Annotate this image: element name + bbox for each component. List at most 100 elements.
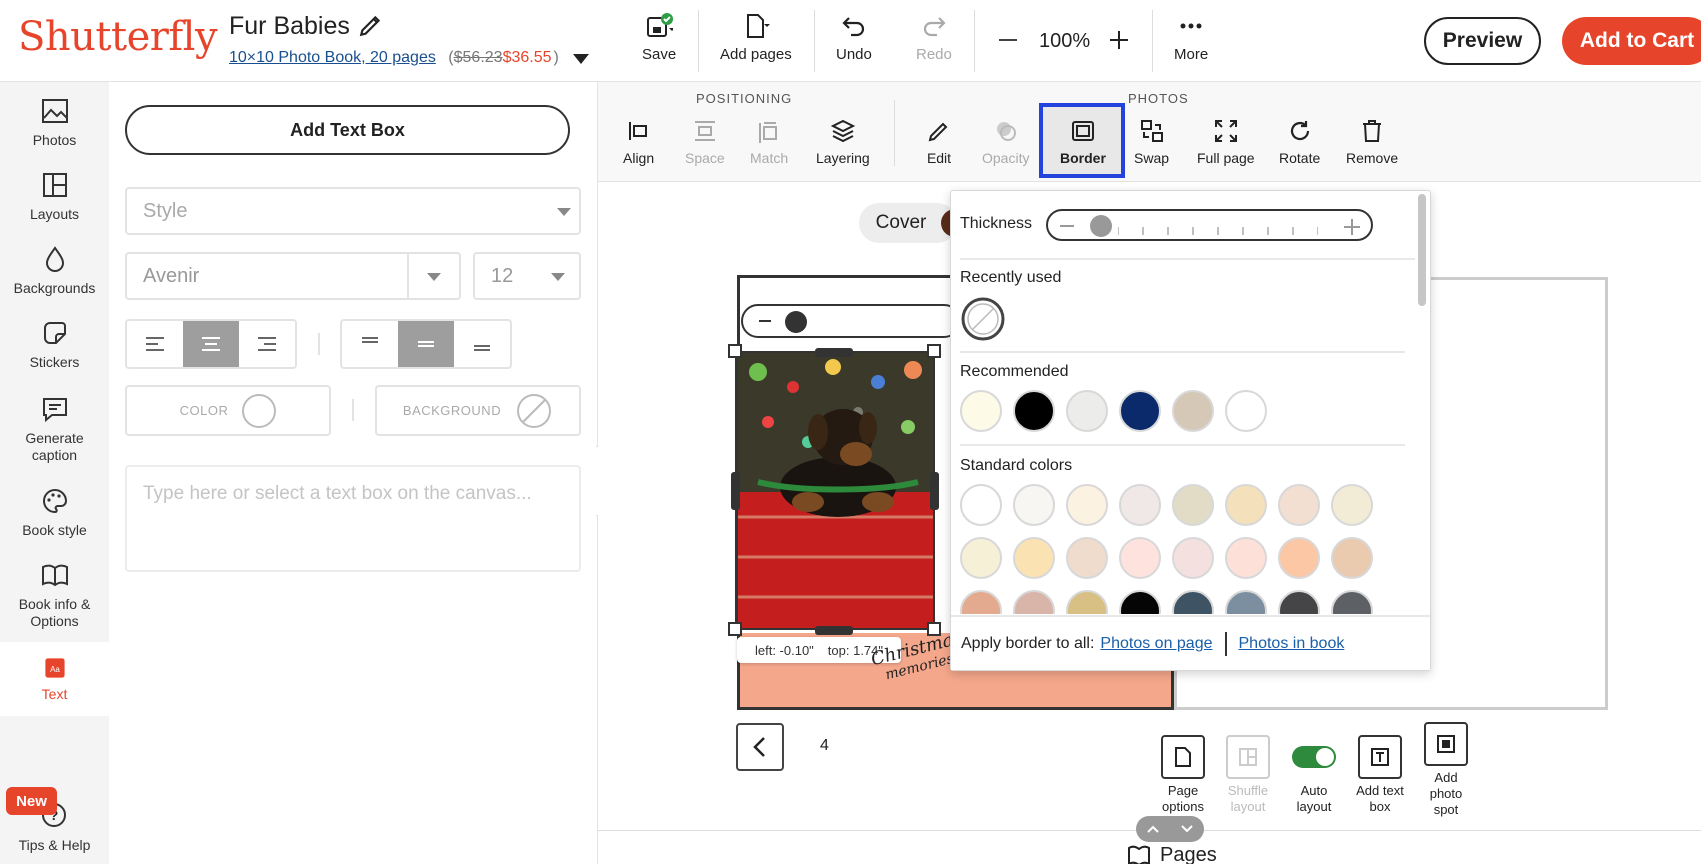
color-swatch[interactable] — [1066, 484, 1108, 526]
color-swatch[interactable] — [1172, 390, 1214, 432]
opacity-button[interactable]: Opacity — [982, 118, 1029, 166]
color-swatch[interactable] — [1331, 484, 1373, 526]
color-swatch[interactable] — [1225, 590, 1267, 614]
color-swatch[interactable] — [1225, 390, 1267, 432]
photo-zoom-slider[interactable] — [741, 304, 961, 338]
book-title[interactable]: Fur Babies — [229, 12, 350, 41]
sidebar-item-book-info[interactable]: Book info & Options — [0, 560, 109, 630]
color-swatch[interactable] — [1013, 484, 1055, 526]
book-options-caret-icon[interactable] — [573, 54, 589, 64]
remove-button[interactable]: Remove — [1346, 118, 1398, 166]
resize-handle-right[interactable] — [930, 472, 939, 510]
slider-knob[interactable] — [785, 311, 807, 333]
text-background-picker[interactable]: BACKGROUND — [375, 385, 581, 436]
auto-layout-toggle[interactable]: Auto layout — [1290, 735, 1338, 815]
photos-on-page-link[interactable]: Photos on page — [1100, 635, 1212, 653]
shuffle-layout-button[interactable]: Shuffle layout — [1226, 735, 1270, 815]
color-swatch[interactable] — [960, 390, 1002, 432]
undo-button[interactable]: Undo — [836, 12, 872, 72]
color-swatch[interactable] — [1013, 390, 1055, 432]
toggle-switch[interactable] — [1292, 746, 1336, 768]
align-bottom-button[interactable] — [454, 321, 510, 367]
text-color-picker[interactable]: COLOR — [125, 385, 331, 436]
page-options-button[interactable]: Page options — [1161, 735, 1205, 815]
color-swatch[interactable] — [1119, 537, 1161, 579]
align-button[interactable]: Align — [623, 118, 654, 166]
more-button[interactable]: More — [1174, 12, 1208, 72]
sidebar-item-photos[interactable]: Photos — [0, 96, 109, 149]
color-swatch[interactable] — [1066, 537, 1108, 579]
add-text-box-canvas-button[interactable]: Add text box — [1352, 735, 1408, 815]
full-page-button[interactable]: Full page — [1197, 118, 1255, 166]
previous-page-button[interactable] — [736, 723, 784, 771]
color-swatch[interactable] — [1013, 537, 1055, 579]
color-swatch[interactable] — [1119, 484, 1161, 526]
align-left-button[interactable] — [127, 321, 183, 367]
color-swatch[interactable] — [1225, 537, 1267, 579]
zoom-out-icon[interactable] — [996, 28, 1020, 52]
color-swatch[interactable] — [1066, 390, 1108, 432]
pages-label[interactable]: Pages — [1160, 844, 1217, 864]
photos-in-book-link[interactable]: Photos in book — [1239, 635, 1345, 653]
border-button[interactable]: Border — [1060, 118, 1106, 166]
rotate-button[interactable]: Rotate — [1279, 118, 1320, 166]
redo-button[interactable]: Redo — [916, 12, 952, 72]
add-pages-button[interactable]: Add pages — [720, 12, 792, 72]
swap-button[interactable]: Swap — [1134, 118, 1169, 166]
add-text-box-button[interactable]: Add Text Box — [125, 105, 570, 155]
color-swatch[interactable] — [960, 537, 1002, 579]
edit-button[interactable]: Edit — [926, 118, 952, 166]
preview-button[interactable]: Preview — [1424, 17, 1541, 65]
add-photo-spot-button[interactable]: Add photo spot — [1422, 722, 1470, 818]
no-border-swatch[interactable] — [960, 296, 1006, 342]
color-swatch[interactable] — [960, 590, 1002, 614]
color-swatch[interactable] — [1278, 484, 1320, 526]
sidebar-item-book-style[interactable]: Book style — [0, 486, 109, 539]
resize-handle-top[interactable] — [815, 348, 853, 357]
thickness-slider[interactable] — [1046, 209, 1373, 241]
color-swatch[interactable] — [1225, 484, 1267, 526]
popup-scrollbar[interactable] — [1418, 194, 1426, 306]
style-dropdown[interactable]: Style — [125, 187, 581, 235]
sidebar-item-text[interactable]: Aa Text — [0, 642, 109, 716]
color-swatch[interactable] — [1278, 537, 1320, 579]
color-swatch[interactable] — [1331, 537, 1373, 579]
color-swatch[interactable] — [1172, 484, 1214, 526]
align-center-button[interactable] — [183, 321, 239, 367]
space-button[interactable]: Space — [685, 118, 725, 166]
sidebar-item-layouts[interactable]: Layouts — [0, 170, 109, 223]
match-button[interactable]: Match — [750, 118, 788, 166]
tips-and-help[interactable]: Tips & Help — [0, 837, 109, 853]
shutterfly-logo[interactable]: Shutterfly — [18, 14, 218, 60]
align-right-button[interactable] — [239, 321, 295, 367]
sidebar-item-generate-caption[interactable]: Generate caption — [0, 394, 109, 464]
text-input-area[interactable]: Type here or select a text box on the ca… — [125, 465, 581, 572]
font-dropdown[interactable]: Avenir — [125, 252, 461, 300]
zoom-in-icon[interactable] — [1107, 28, 1131, 52]
align-top-button[interactable] — [342, 321, 398, 367]
color-swatch[interactable] — [1278, 590, 1320, 614]
pencil-icon[interactable] — [358, 12, 384, 38]
add-to-cart-button[interactable]: Add to Cart — [1562, 17, 1701, 65]
resize-handle-top-left[interactable] — [728, 344, 742, 358]
color-swatch[interactable] — [1119, 390, 1161, 432]
color-swatch[interactable] — [1013, 590, 1055, 614]
pages-expand-toggle[interactable] — [1136, 816, 1204, 842]
sidebar-item-stickers[interactable]: Stickers — [0, 318, 109, 371]
layering-button[interactable]: Layering — [816, 118, 870, 166]
color-swatch[interactable] — [1172, 537, 1214, 579]
color-swatch[interactable] — [1119, 590, 1161, 614]
color-swatch[interactable] — [1331, 590, 1373, 614]
color-swatch[interactable] — [1066, 590, 1108, 614]
resize-handle-bottom-left[interactable] — [728, 622, 742, 636]
resize-handle-bottom[interactable] — [815, 626, 853, 635]
align-middle-button[interactable] — [398, 321, 454, 367]
sidebar-item-backgrounds[interactable]: Backgrounds — [0, 244, 109, 297]
resize-handle-top-right[interactable] — [927, 344, 941, 358]
color-swatch[interactable] — [960, 484, 1002, 526]
book-type-link[interactable]: 10×10 Photo Book, 20 pages — [229, 49, 436, 66]
color-swatch[interactable] — [1172, 590, 1214, 614]
slider-knob[interactable] — [1090, 215, 1112, 237]
font-size-dropdown[interactable]: 12 — [473, 252, 581, 300]
save-button[interactable]: Save — [642, 12, 676, 72]
